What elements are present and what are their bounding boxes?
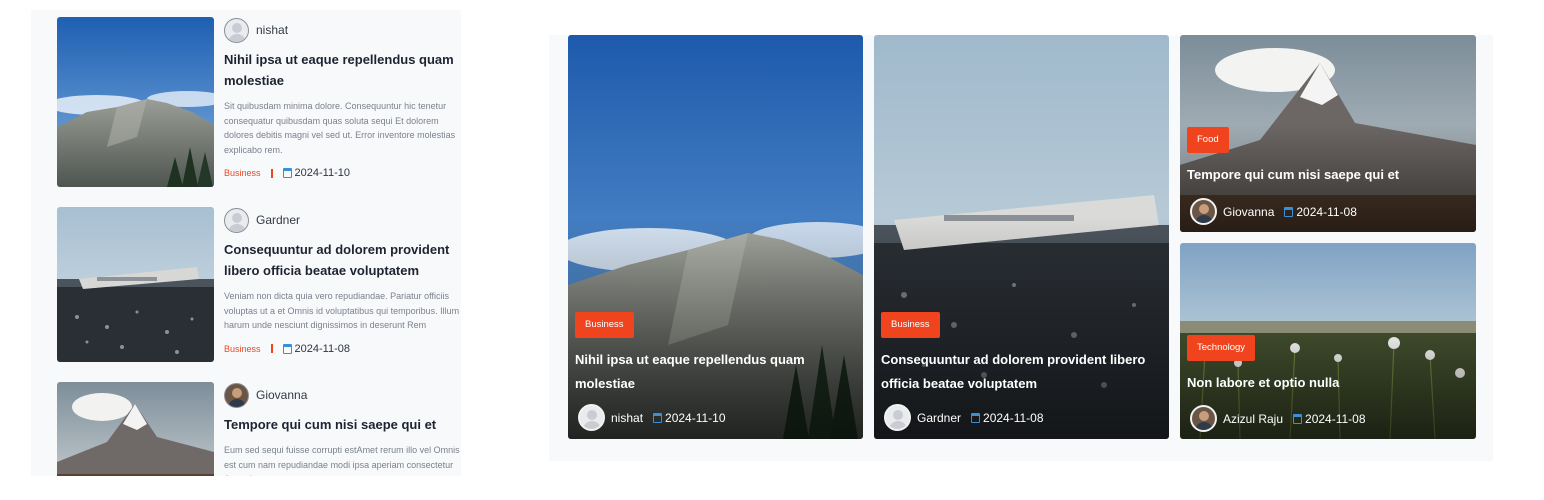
post-thumbnail[interactable]: [57, 382, 214, 476]
featured-card[interactable]: Food Tempore qui cum nisi saepe qui et G…: [1180, 35, 1476, 232]
author-name[interactable]: Gardner: [256, 213, 300, 227]
card-title[interactable]: Tempore qui cum nisi saepe qui et: [1187, 163, 1469, 187]
category-badge[interactable]: Business: [881, 312, 940, 338]
divider: [270, 168, 273, 178]
avatar[interactable]: [224, 17, 249, 43]
avatar[interactable]: [224, 382, 249, 408]
author-name[interactable]: Giovanna: [256, 388, 307, 402]
divider: [270, 344, 273, 354]
post-date: 2024-11-08: [1296, 204, 1357, 219]
post-thumbnail[interactable]: [57, 207, 214, 362]
post-excerpt: Veniam non dicta quia vero repudiandae. …: [224, 291, 460, 331]
author-name[interactable]: Azizul Raju: [1223, 412, 1283, 426]
list-item[interactable]: Gardner Consequuntur ad dolorem providen…: [57, 207, 460, 377]
category-badge[interactable]: Technology: [1187, 335, 1256, 361]
post-title[interactable]: Tempore qui cum nisi saepe qui et: [224, 414, 460, 435]
category-badge[interactable]: Business: [575, 312, 634, 338]
post-date: 2024-11-08: [983, 410, 1044, 425]
list-item[interactable]: nishat Nihil ipsa ut eaque repellendus q…: [57, 17, 457, 197]
list-item[interactable]: Giovanna Tempore qui cum nisi saepe qui …: [57, 382, 460, 476]
post-date: 2024-11-08: [1305, 411, 1366, 426]
post-date: 2024-11-10: [665, 410, 726, 425]
author-name[interactable]: Giovanna: [1223, 205, 1274, 219]
avatar[interactable]: [1190, 405, 1217, 432]
featured-card[interactable]: Business Consequuntur ad dolorem provide…: [874, 35, 1169, 439]
calendar-icon: [282, 343, 292, 354]
post-date: 2024-11-10: [294, 167, 350, 180]
featured-grid: Business Nihil ipsa ut eaque repellendus…: [549, 35, 1493, 461]
post-date: 2024-11-08: [294, 342, 350, 355]
card-title[interactable]: Non labore et optio nulla: [1187, 371, 1469, 395]
post-excerpt: Eum sed sequi fuisse corrupti estAmet re…: [224, 445, 460, 476]
author-name[interactable]: nishat: [611, 411, 643, 425]
post-thumbnail[interactable]: [57, 17, 214, 187]
featured-card[interactable]: Technology Non labore et optio nulla Azi…: [1180, 243, 1476, 439]
avatar[interactable]: [578, 404, 605, 431]
calendar-icon: [282, 168, 292, 179]
post-title[interactable]: Consequuntur ad dolorem provident libero…: [224, 239, 460, 281]
category-link[interactable]: Business: [224, 168, 261, 178]
card-title[interactable]: Consequuntur ad dolorem provident libero…: [881, 348, 1163, 396]
post-title[interactable]: Nihil ipsa ut eaque repellendus quam mol…: [224, 49, 460, 91]
calendar-icon: [971, 412, 981, 423]
featured-card[interactable]: Business Nihil ipsa ut eaque repellendus…: [568, 35, 863, 439]
calendar-icon: [653, 412, 663, 423]
avatar[interactable]: [224, 207, 249, 233]
avatar[interactable]: [884, 404, 911, 431]
calendar-icon: [1284, 206, 1294, 217]
avatar[interactable]: [1190, 198, 1217, 225]
author-name[interactable]: nishat: [256, 23, 288, 37]
category-link[interactable]: Business: [224, 344, 261, 354]
post-excerpt: Sit quibusdam minima dolore. Consequuntu…: [224, 101, 456, 155]
calendar-icon: [1293, 413, 1303, 424]
post-list: nishat Nihil ipsa ut eaque repellendus q…: [31, 10, 461, 476]
category-badge[interactable]: Food: [1187, 127, 1229, 153]
card-title[interactable]: Nihil ipsa ut eaque repellendus quam mol…: [575, 348, 845, 396]
author-name[interactable]: Gardner: [917, 411, 961, 425]
